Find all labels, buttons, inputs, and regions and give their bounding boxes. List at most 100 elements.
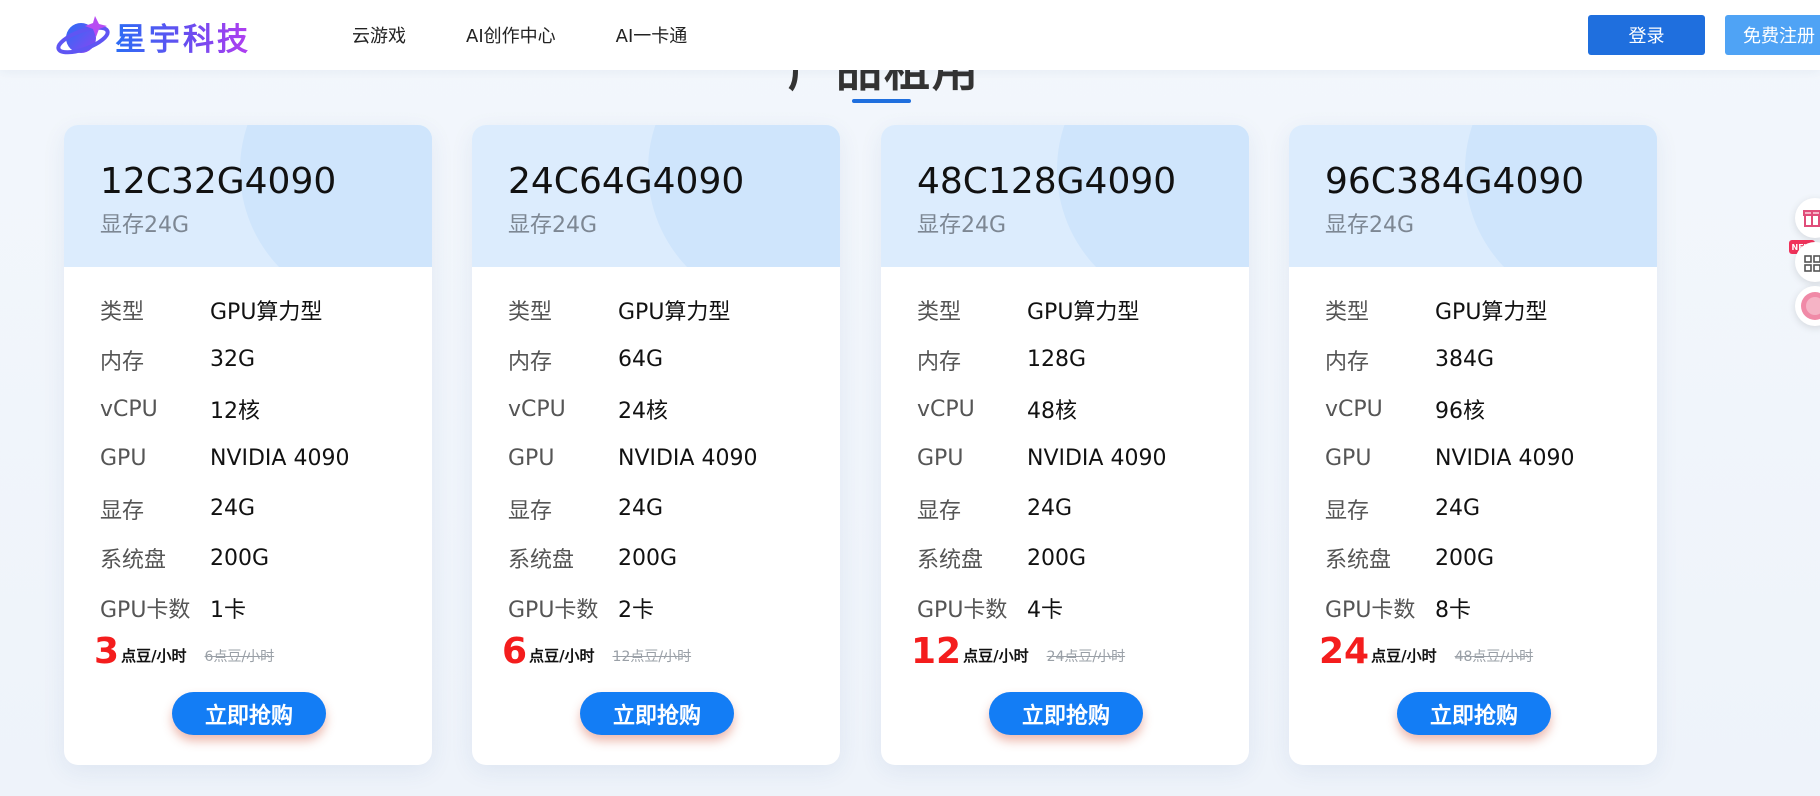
spec-value: 1卡 [210,597,246,623]
spec-label: 系统盘 [1325,548,1392,574]
spec-label: GPU [508,446,555,472]
spec-row: 内存 128G [917,335,1227,385]
spec-row: 显存 24G [100,484,410,534]
spec-row: 系统盘 200G [917,533,1227,583]
spec-value: 128G [1027,347,1087,373]
original-price: 6点豆/小时 [204,649,275,665]
spec-value: 24G [1435,496,1481,522]
spec-label: vCPU [100,396,158,422]
original-price: 48点豆/小时 [1454,649,1534,665]
top-header: 星宇科技 云游戏 AI创作中心 AI一卡通 登录 免费注册 [0,0,1820,70]
spec-label: 显存 [508,498,553,524]
spec-label: 内存 [1325,349,1370,375]
spec-value: 24G [618,496,664,522]
spec-label: GPU卡数 [917,597,1008,623]
nav-ai-creation-center[interactable]: AI创作中心 [466,22,556,48]
product-subtitle: 显存24G [1325,213,1415,238]
spec-value: 200G [1435,545,1495,571]
spec-value: GPU算力型 [1027,299,1140,325]
spec-list: 类型 GPU算力型 内存 64G vCPU 24核 GPU NVIDIA 4090 显存… [508,285,818,633]
spec-row: 系统盘 200G [1325,533,1635,583]
buy-now-button[interactable]: 立即抢购 [989,692,1143,735]
spec-value: NVIDIA 4090 [210,446,350,472]
price-unit: 点豆/小时 [529,647,595,665]
spec-label: 类型 [917,299,962,325]
spec-list: 类型 GPU算力型 内存 384G vCPU 96核 GPU NVIDIA 4090 显… [1325,285,1635,633]
spec-label: 类型 [1325,299,1370,325]
spec-label: GPU [1325,446,1372,472]
price-value: 12 [911,631,962,672]
spec-label: GPU [100,446,147,472]
spec-value: 12核 [210,399,260,425]
spec-value: 200G [210,545,270,571]
product-card: 96C384G4090 显存24G 类型 GPU算力型 内存 384G vCPU 96… [1289,125,1657,765]
buy-now-button[interactable]: 立即抢购 [1397,692,1551,735]
price-unit: 点豆/小时 [1371,647,1437,665]
spec-row: vCPU 24核 [508,384,818,434]
spec-label: 显存 [1325,498,1370,524]
product-name: 24C64G4090 [508,161,745,202]
spec-label: 系统盘 [917,548,984,574]
product-card: 24C64G4090 显存24G 类型 GPU算力型 内存 64G vCPU 24核 … [472,125,840,765]
spec-row: 系统盘 200G [100,533,410,583]
price-unit: 点豆/小时 [121,647,187,665]
spec-row: 类型 GPU算力型 [508,285,818,335]
price-block: 12 点豆/小时 24点豆/小时 [911,624,1125,672]
spec-row: vCPU 12核 [100,384,410,434]
nav-ai-card[interactable]: AI一卡通 [616,22,688,48]
spec-value: 384G [1435,347,1495,373]
brand-name: 星宇科技 [115,14,251,59]
spec-label: 显存 [917,498,962,524]
spec-label: 显存 [100,498,145,524]
brand-logo[interactable]: 星宇科技 [55,10,295,62]
spec-row: 显存 24G [917,484,1227,534]
main-nav: 云游戏 AI创作中心 AI一卡通 [352,0,747,70]
spec-value: GPU算力型 [210,299,323,325]
gift-icon[interactable] [1795,198,1820,238]
spec-row: 类型 GPU算力型 [1325,285,1635,335]
register-button[interactable]: 免费注册 [1725,15,1820,55]
spec-label: 内存 [100,349,145,375]
card-header: 96C384G4090 显存24G [1289,125,1657,267]
original-price: 12点豆/小时 [612,649,692,665]
spec-row: 类型 GPU算力型 [917,285,1227,335]
spec-row: 类型 GPU算力型 [100,285,410,335]
product-subtitle: 显存24G [917,213,1007,238]
spec-value: 24G [1027,496,1073,522]
spec-row: GPU NVIDIA 4090 [100,434,410,484]
price-unit: 点豆/小时 [963,647,1029,665]
price-value: 6 [502,631,528,672]
buy-now-button[interactable]: 立即抢购 [172,692,326,735]
spec-label: 内存 [508,349,553,375]
card-header: 24C64G4090 显存24G [472,125,840,267]
spec-value: GPU算力型 [618,299,731,325]
spec-list: 类型 GPU算力型 内存 32G vCPU 12核 GPU NVIDIA 4090 显存… [100,285,410,633]
nav-cloud-gaming[interactable]: 云游戏 [352,22,406,48]
product-name: 12C32G4090 [100,161,337,202]
spec-label: vCPU [917,396,975,422]
spec-value: 64G [618,347,664,373]
card-header: 48C128G4090 显存24G [881,125,1249,267]
spec-label: 内存 [917,349,962,375]
spec-value: 8卡 [1435,597,1471,623]
spec-value: 32G [210,347,256,373]
spec-row: vCPU 96核 [1325,384,1635,434]
spec-value: NVIDIA 4090 [1435,446,1575,472]
spec-value: 2卡 [618,597,654,623]
spec-value: NVIDIA 4090 [1027,446,1167,472]
chat-icon[interactable] [1795,286,1820,326]
spec-row: 内存 32G [100,335,410,385]
grid-icon[interactable] [1795,242,1820,282]
spec-row: 内存 64G [508,335,818,385]
login-button[interactable]: 登录 [1588,15,1705,55]
product-card: 48C128G4090 显存24G 类型 GPU算力型 内存 128G vCPU 48… [881,125,1249,765]
buy-now-button[interactable]: 立即抢购 [580,692,734,735]
spec-label: GPU [917,446,964,472]
spec-label: GPU卡数 [100,597,191,623]
spec-value: 4卡 [1027,597,1063,623]
planet-logo-icon [55,10,113,62]
spec-row: 显存 24G [1325,484,1635,534]
price-block: 6 点豆/小时 12点豆/小时 [502,624,691,672]
original-price: 24点豆/小时 [1046,649,1126,665]
price-block: 3 点豆/小时 6点豆/小时 [94,624,274,672]
